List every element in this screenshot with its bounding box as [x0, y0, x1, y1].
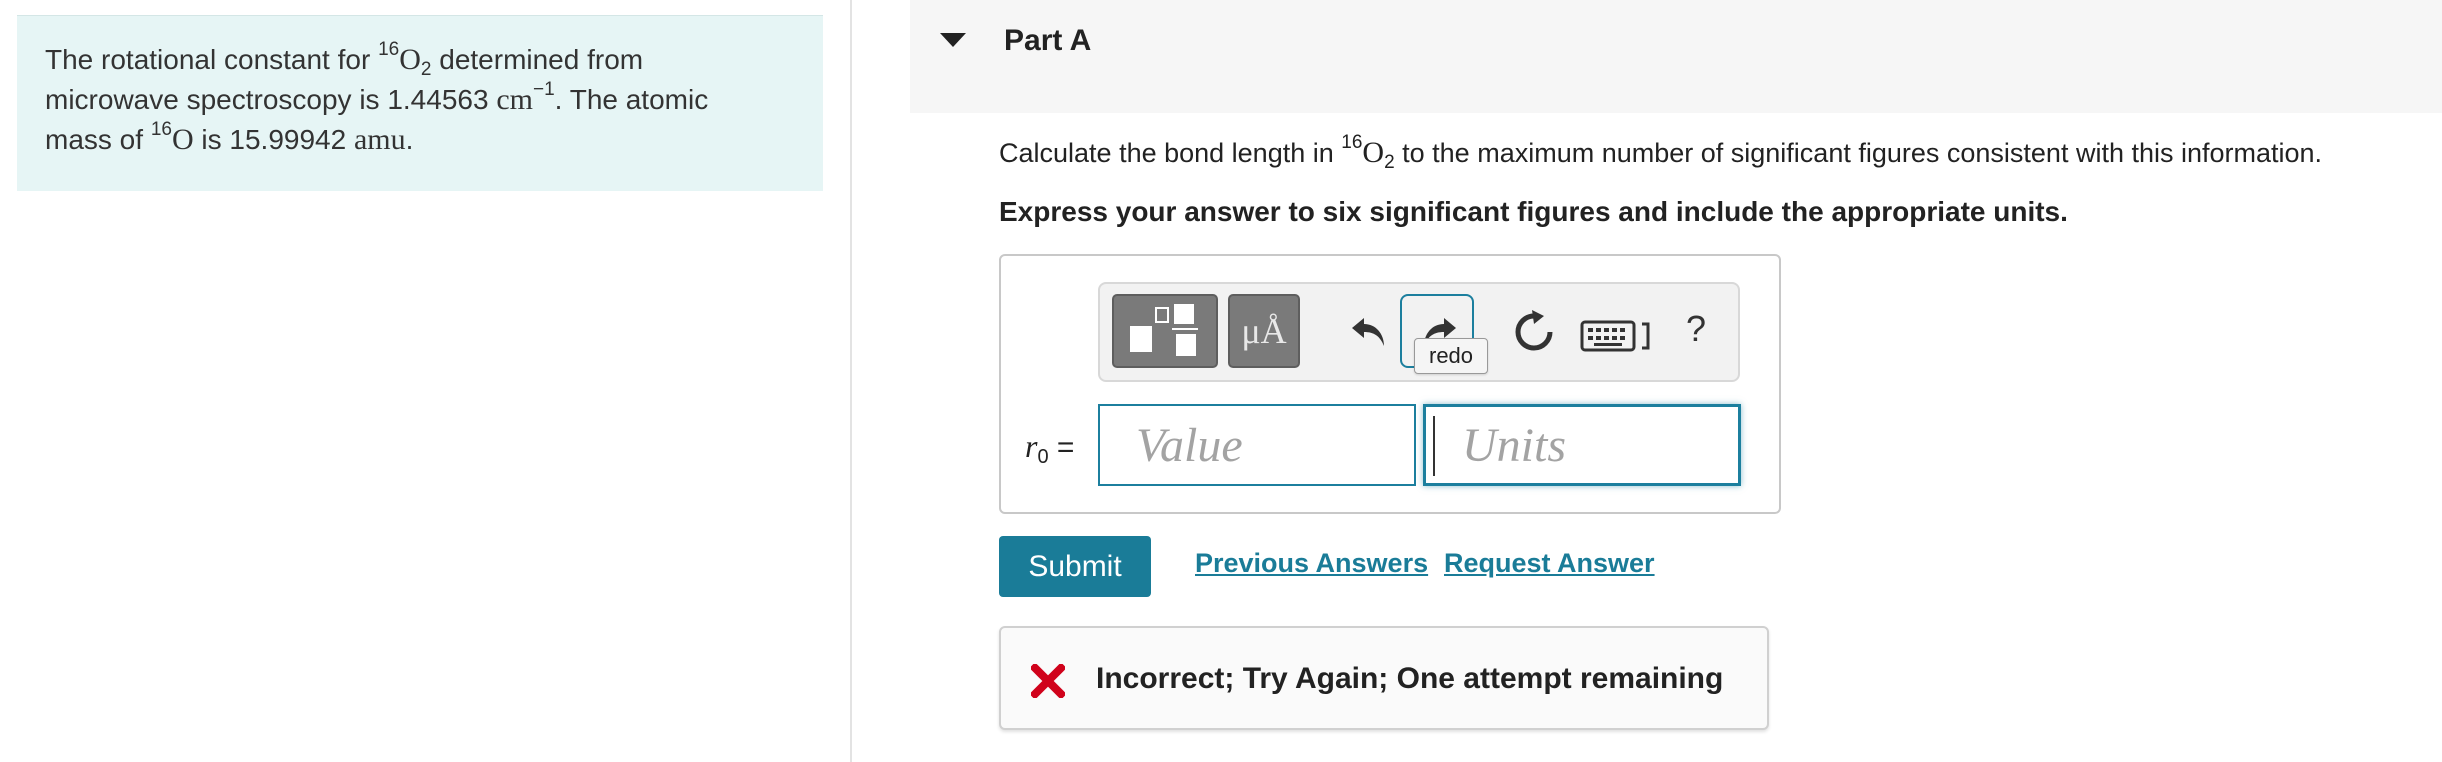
math-toolbar: μÅ ? redo: [1098, 282, 1740, 382]
variable-label: r0 =: [1025, 428, 1075, 468]
previous-answers-link[interactable]: Previous Answers: [1195, 548, 1428, 579]
answer-box: μÅ ? redo r0 = Value Units: [999, 254, 1781, 514]
units-button[interactable]: μÅ: [1228, 294, 1300, 368]
x-icon: [1031, 664, 1065, 698]
redo-tooltip: redo: [1414, 338, 1489, 374]
answer-instruction: Express your answer to six significant f…: [999, 196, 2068, 227]
feedback-message: Incorrect; Try Again; One attempt remain…: [1096, 662, 1724, 695]
keyboard-icon[interactable]: [1580, 318, 1652, 354]
units-input[interactable]: [1423, 404, 1741, 486]
request-answer-link[interactable]: Request Answer: [1444, 548, 1655, 579]
text-cursor: [1433, 416, 1435, 476]
column-divider: [850, 0, 852, 762]
caret-down-icon[interactable]: [940, 33, 966, 47]
templates-icon: [1130, 304, 1198, 356]
units-glyph: μÅ: [1241, 311, 1287, 351]
feedback-box: Incorrect; Try Again; One attempt remain…: [999, 626, 1769, 730]
undo-icon[interactable]: [1346, 308, 1394, 356]
part-title: Part A: [1004, 24, 1092, 57]
value-input[interactable]: [1098, 404, 1416, 486]
help-icon[interactable]: ?: [1686, 308, 1706, 350]
templates-button[interactable]: [1112, 294, 1218, 368]
submit-button[interactable]: Submit: [999, 536, 1151, 597]
part-header[interactable]: Part A: [910, 0, 2442, 113]
problem-intro: The rotational constant for 16O2 determi…: [17, 15, 823, 191]
reset-icon[interactable]: [1510, 308, 1558, 356]
question-text: Calculate the bond length in 16O2 to the…: [999, 132, 2323, 173]
